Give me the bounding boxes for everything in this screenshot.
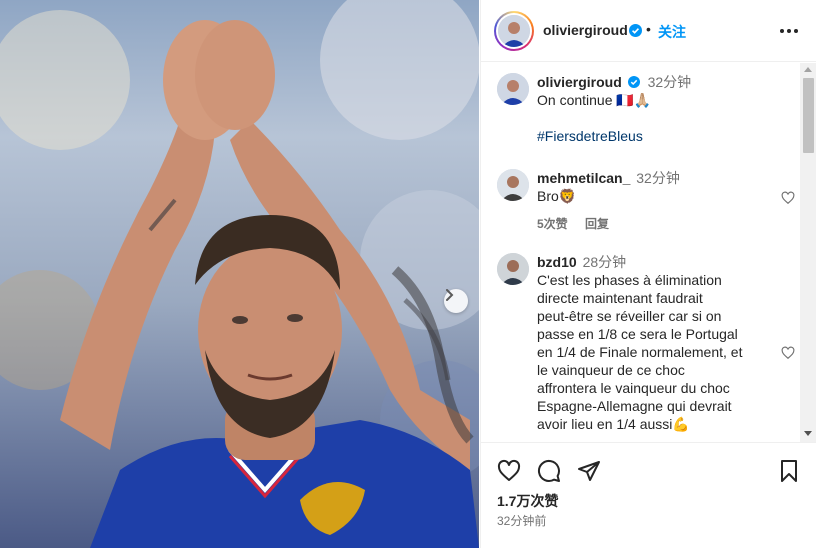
comment-line: passe en 1/8 ce sera le Portugal bbox=[537, 326, 738, 342]
reply-button[interactable]: 回复 bbox=[585, 217, 609, 231]
comment-item: bzd10 28分钟 C'est les phases à éliminatio… bbox=[497, 253, 797, 442]
comment-line: le vainqueur de ce choc bbox=[537, 362, 685, 378]
comment-line: C'est les phases à élimination bbox=[537, 272, 722, 288]
scroll-up-arrow-icon[interactable] bbox=[804, 67, 812, 72]
verified-badge-icon bbox=[627, 76, 640, 89]
caption-username[interactable]: oliviergiroud bbox=[537, 74, 622, 90]
comment-line: Espagne-Allemagne qui devrait bbox=[537, 398, 732, 414]
share-icon[interactable] bbox=[577, 459, 601, 483]
chevron-right-icon bbox=[446, 289, 454, 301]
likes-count[interactable]: 1.7万次赞 bbox=[497, 491, 558, 511]
comment-item: mehmetilcan_ 32分钟 Bro🦁 5次赞 回复 bbox=[497, 169, 797, 239]
avatar[interactable] bbox=[497, 73, 529, 105]
scroll-down-arrow-icon[interactable] bbox=[804, 431, 812, 436]
author-avatar[interactable] bbox=[494, 11, 534, 51]
caption-row: oliviergiroud 32分钟 On continue 🇫🇷🙏🏼 #Fie… bbox=[497, 73, 797, 163]
verified-badge-icon bbox=[629, 24, 642, 37]
avatar bbox=[498, 15, 530, 47]
comment-text: C'est les phases à élimination directe m… bbox=[537, 271, 767, 433]
separator-dot: • bbox=[646, 21, 651, 37]
caption-text: On continue 🇫🇷🙏🏼 bbox=[537, 92, 652, 108]
more-options-icon[interactable] bbox=[779, 23, 799, 39]
comment-likes[interactable]: 5次赞 bbox=[537, 217, 568, 231]
post-date: 32分钟前 bbox=[497, 514, 547, 528]
comments-list: oliviergiroud 32分钟 On continue 🇫🇷🙏🏼 #Fie… bbox=[481, 63, 816, 442]
heart-icon[interactable] bbox=[781, 191, 795, 205]
comment-icon[interactable] bbox=[537, 459, 561, 483]
follow-button[interactable]: 关注 bbox=[658, 22, 686, 42]
post-actions: 1.7万次赞 32分钟前 bbox=[481, 442, 816, 548]
heart-icon[interactable] bbox=[781, 346, 795, 360]
comment-line: peut-être se réveiller car si on bbox=[537, 308, 722, 324]
scrollbar-thumb[interactable] bbox=[803, 78, 814, 153]
heart-icon[interactable] bbox=[497, 459, 521, 483]
post-image[interactable] bbox=[0, 0, 479, 548]
post-panel: oliviergiroud • 关注 oliviergiroud 32分钟 On… bbox=[480, 0, 816, 548]
comment-line: directe maintenant faudrait bbox=[537, 290, 703, 306]
comment-username[interactable]: mehmetilcan_ bbox=[537, 170, 630, 186]
comments-scrollbar[interactable] bbox=[800, 63, 816, 442]
comment-line: affrontera le vainqueur du choc bbox=[537, 380, 730, 396]
caption-time: 32分钟 bbox=[647, 74, 692, 90]
comment-time: 32分钟 bbox=[636, 170, 680, 186]
author-username[interactable]: oliviergiroud bbox=[543, 22, 628, 38]
comment-username[interactable]: bzd10 bbox=[537, 254, 577, 270]
bookmark-icon[interactable] bbox=[777, 459, 801, 483]
avatar[interactable] bbox=[497, 169, 529, 201]
player-photo bbox=[0, 0, 479, 548]
hashtag-link[interactable]: #FiersdetreBleus bbox=[537, 127, 767, 145]
comment-time: 28分钟 bbox=[582, 254, 627, 270]
post-header: oliviergiroud • 关注 bbox=[481, 0, 816, 62]
comment-line: en 1/4 de Finale normalement, et bbox=[537, 344, 743, 360]
comment-text: Bro🦁 bbox=[537, 188, 577, 204]
next-image-button[interactable] bbox=[444, 289, 468, 313]
comment-line: avoir lieu en 1/4 aussi💪 bbox=[537, 416, 690, 432]
avatar[interactable] bbox=[497, 253, 529, 285]
